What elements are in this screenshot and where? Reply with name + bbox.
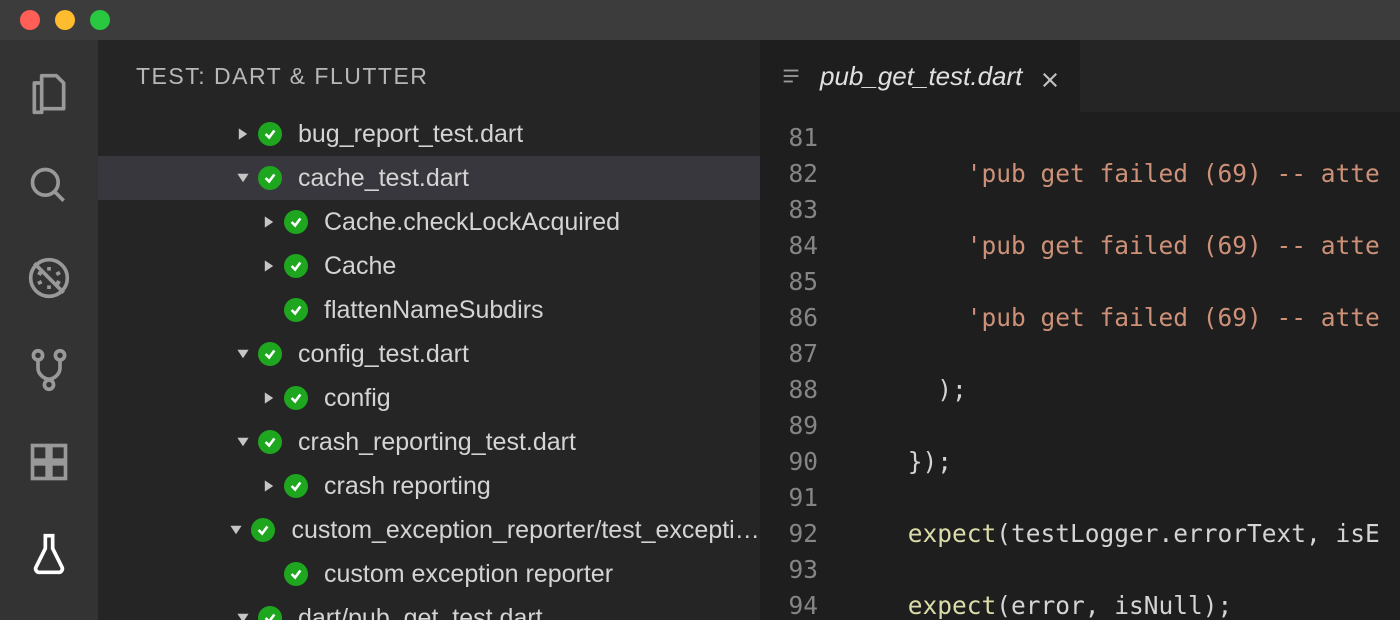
test-node[interactable]: config_test.dart — [98, 332, 760, 376]
line-number: 91 — [760, 480, 818, 516]
test-node-label: bug_report_test.dart — [298, 120, 523, 149]
test-node[interactable]: cache_test.dart — [98, 156, 760, 200]
test-node[interactable]: Cache.checkLockAcquired — [98, 200, 760, 244]
chevron-right-icon[interactable] — [262, 215, 276, 229]
extensions-icon[interactable] — [25, 438, 73, 486]
line-number: 85 — [760, 264, 818, 300]
maximize-window-icon[interactable] — [90, 10, 110, 30]
test-node[interactable]: crash_reporting_test.dart — [98, 420, 760, 464]
debug-disabled-icon[interactable] — [25, 254, 73, 302]
status-pass-icon — [284, 254, 308, 278]
line-number: 89 — [760, 408, 818, 444]
test-node[interactable]: bug_report_test.dart — [98, 112, 760, 156]
test-node-label: cache_test.dart — [298, 164, 469, 193]
line-number: 93 — [760, 552, 818, 588]
tabs: pub_get_test.dart — [760, 40, 1400, 112]
editor[interactable]: 8182838485868788899091929394 'pub get fa… — [760, 112, 1400, 620]
line-number: 82 — [760, 156, 818, 192]
line-gutter: 8182838485868788899091929394 — [760, 112, 834, 620]
status-pass-icon — [258, 606, 282, 620]
test-flask-icon[interactable] — [25, 530, 73, 578]
status-pass-icon — [258, 166, 282, 190]
line-number: 86 — [760, 300, 818, 336]
line-number: 88 — [760, 372, 818, 408]
close-tab-icon[interactable] — [1040, 66, 1060, 86]
test-node[interactable]: config — [98, 376, 760, 420]
test-node[interactable]: crash reporting — [98, 464, 760, 508]
chevron-right-icon[interactable] — [236, 127, 250, 141]
code-content[interactable]: 'pub get failed (69) -- atte 'pub get fa… — [834, 112, 1400, 620]
source-control-icon[interactable] — [25, 346, 73, 394]
chevron-down-icon[interactable] — [236, 435, 250, 449]
chevron-down-icon[interactable] — [236, 611, 250, 620]
test-node-label: crash_reporting_test.dart — [298, 428, 576, 457]
test-node-label: custom exception reporter — [324, 560, 613, 589]
test-node-label: Cache.checkLockAcquired — [324, 208, 620, 237]
chevron-down-icon[interactable] — [236, 347, 250, 361]
status-pass-icon — [284, 210, 308, 234]
test-node-label: custom_exception_reporter/test_exception… — [291, 516, 760, 545]
test-tree: bug_report_test.dart cache_test.dart Cache… — [98, 112, 760, 620]
line-number: 81 — [760, 120, 818, 156]
tab-pub-get-test[interactable]: pub_get_test.dart — [760, 40, 1080, 112]
close-window-icon[interactable] — [20, 10, 40, 30]
line-number: 94 — [760, 588, 818, 620]
line-number: 83 — [760, 192, 818, 228]
test-node[interactable]: Cache — [98, 244, 760, 288]
window-controls — [20, 10, 110, 30]
test-node-label: config — [324, 384, 391, 413]
test-node-label: config_test.dart — [298, 340, 469, 369]
test-node[interactable]: custom_exception_reporter/test_exception… — [98, 508, 760, 552]
status-pass-icon — [258, 430, 282, 454]
status-pass-icon — [258, 342, 282, 366]
chevron-right-icon[interactable] — [262, 479, 276, 493]
test-node[interactable]: custom exception reporter — [98, 552, 760, 596]
minimize-window-icon[interactable] — [55, 10, 75, 30]
test-node-label: dart/pub_get_test.dart — [298, 604, 543, 620]
status-pass-icon — [284, 298, 308, 322]
tab-label: pub_get_test.dart — [820, 61, 1022, 92]
test-node[interactable]: dart/pub_get_test.dart — [98, 596, 760, 620]
line-number: 90 — [760, 444, 818, 480]
explorer-icon[interactable] — [25, 70, 73, 118]
status-pass-icon — [258, 122, 282, 146]
test-node-label: Cache — [324, 252, 396, 281]
status-pass-icon — [284, 474, 308, 498]
window-titlebar — [0, 0, 1400, 40]
test-panel: TEST: DART & FLUTTER bug_report_test.dar… — [98, 40, 760, 620]
file-lines-icon — [780, 65, 802, 87]
test-node[interactable]: flattenNameSubdirs — [98, 288, 760, 332]
chevron-right-icon[interactable] — [262, 259, 276, 273]
editor-area: pub_get_test.dart 8182838485868788899091… — [760, 40, 1400, 620]
line-number: 92 — [760, 516, 818, 552]
status-pass-icon — [284, 386, 308, 410]
chevron-right-icon[interactable] — [262, 391, 276, 405]
chevron-down-icon[interactable] — [236, 171, 250, 185]
line-number: 84 — [760, 228, 818, 264]
chevron-down-icon[interactable] — [229, 523, 243, 537]
status-pass-icon — [251, 518, 275, 542]
test-node-label: crash reporting — [324, 472, 491, 501]
line-number: 87 — [760, 336, 818, 372]
panel-title: TEST: DART & FLUTTER — [98, 40, 760, 112]
test-node-label: flattenNameSubdirs — [324, 296, 544, 325]
status-pass-icon — [284, 562, 308, 586]
search-icon[interactable] — [25, 162, 73, 210]
activity-bar — [0, 40, 98, 620]
